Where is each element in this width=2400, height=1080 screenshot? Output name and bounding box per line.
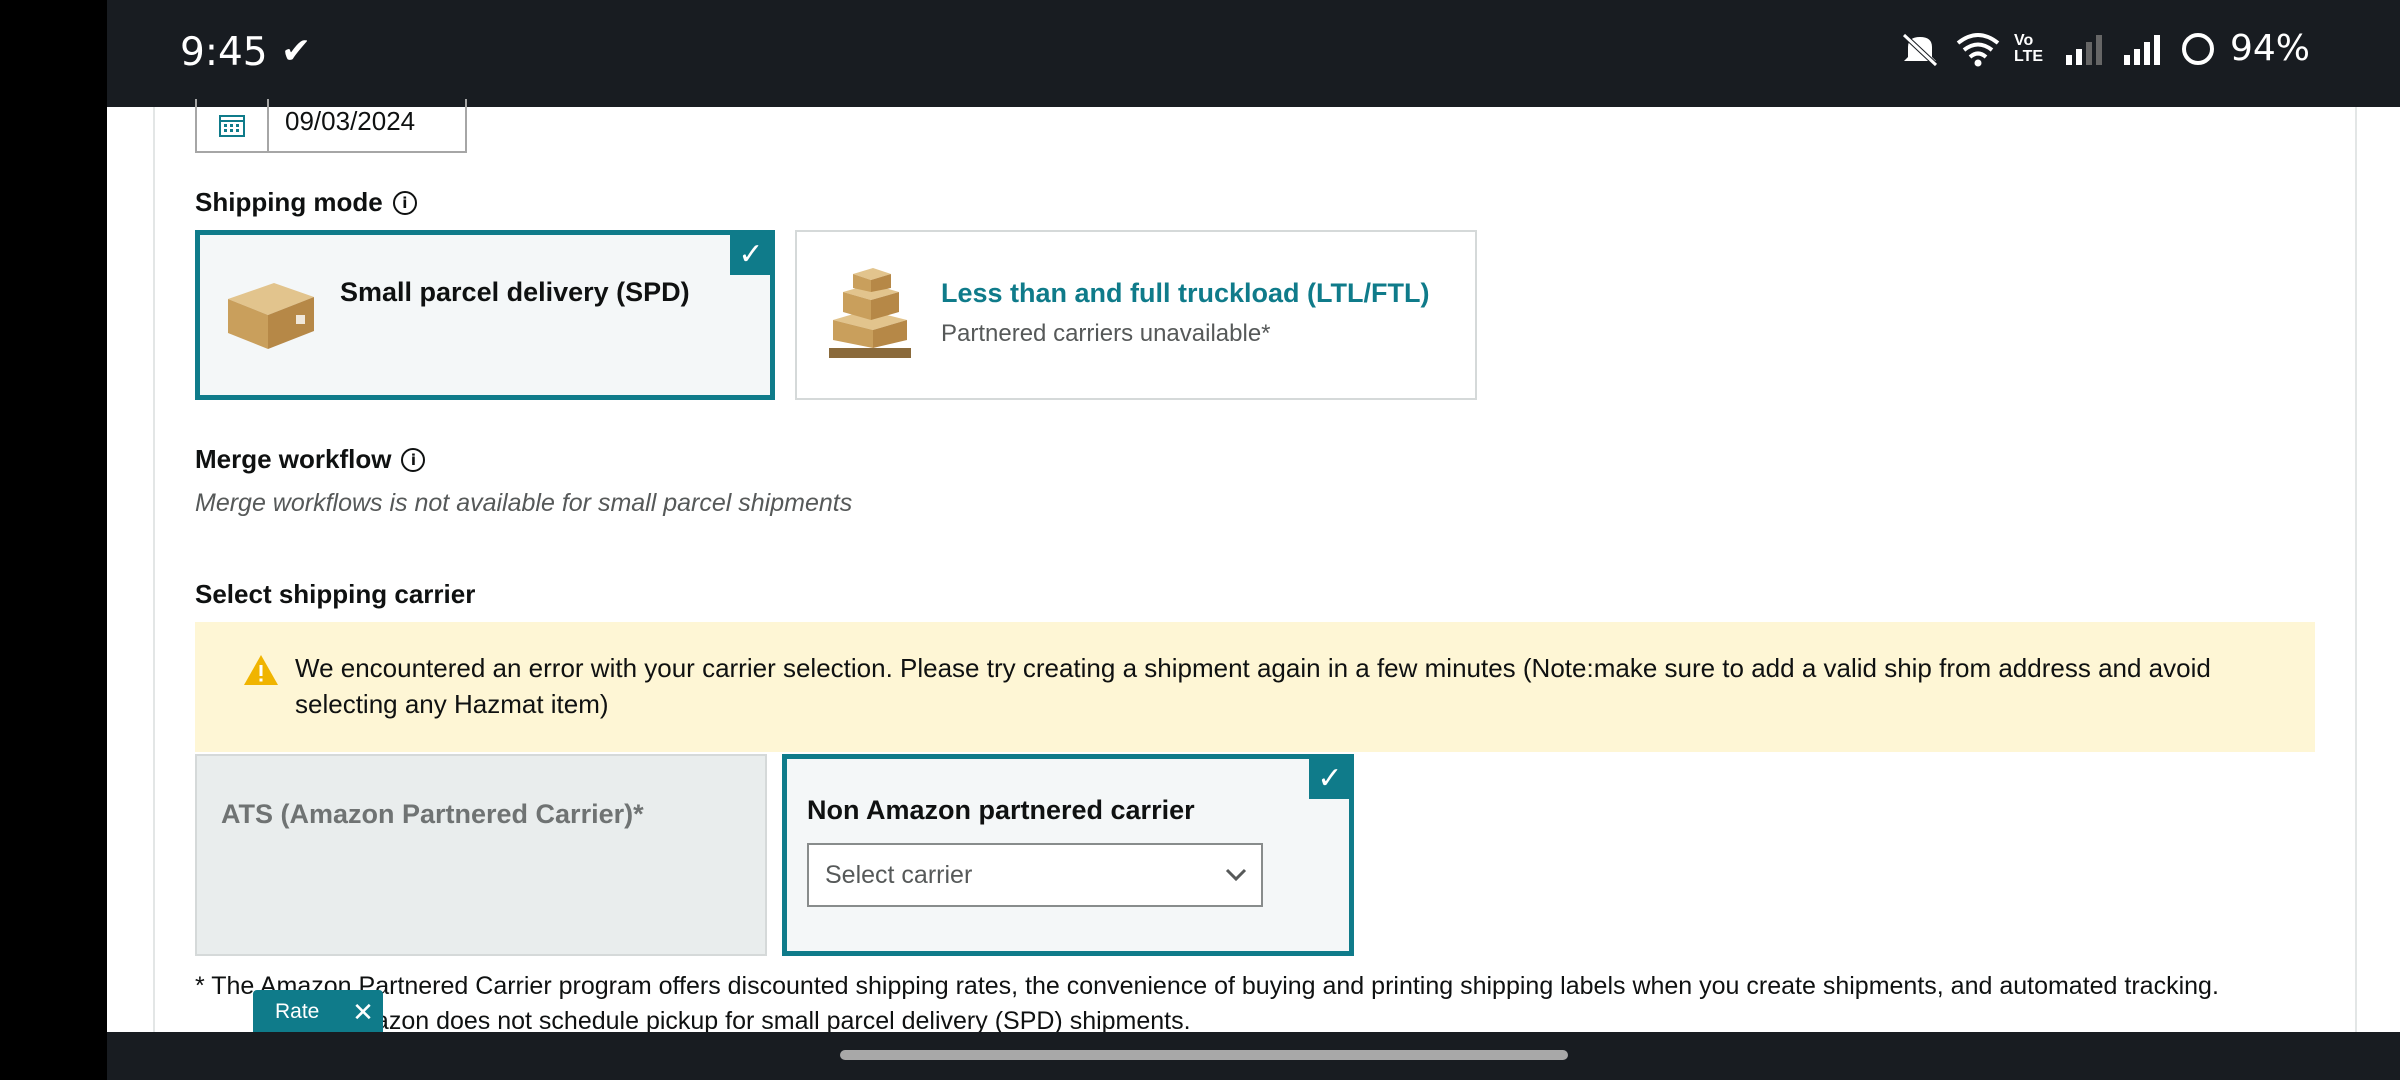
- status-icons: Vo LTE 94%: [1898, 28, 2310, 69]
- home-gesture-handle[interactable]: [840, 1050, 1568, 1060]
- parcel-box-icon: [228, 283, 314, 349]
- carrier-select-value: Select carrier: [825, 860, 973, 889]
- tile-title[interactable]: Less than and full truckload (LTL/FTL): [941, 278, 1430, 309]
- merge-workflow-note: Merge workflows is not available for sma…: [195, 489, 853, 517]
- tile-title: Small parcel delivery (SPD): [340, 277, 690, 307]
- close-icon[interactable]: ✕: [343, 997, 383, 1028]
- carrier-footnote: * The Amazon Partnered Carrier program o…: [195, 969, 2345, 1039]
- tile-subtitle: Partnered carriers unavailable*: [941, 320, 1271, 347]
- shipping-mode-label: Shipping mode i: [195, 187, 417, 218]
- signal-weak-icon: [2065, 34, 2102, 65]
- carrier-label: Select shipping carrier: [195, 579, 475, 610]
- shipping-mode-label-text: Shipping mode: [195, 187, 383, 217]
- carrier-option-non-amazon[interactable]: ✓ Non Amazon partnered carrier Select ca…: [782, 754, 1354, 956]
- tile-title: Non Amazon partnered carrier: [807, 795, 1195, 825]
- date-field[interactable]: 09/03/2024: [195, 99, 467, 153]
- rate-widget[interactable]: Rate ✕: [253, 990, 383, 1034]
- mute-icon: [1902, 32, 1938, 67]
- status-bar: 9:45 ✔ Vo LTE 94%: [107, 0, 2400, 107]
- shipping-mode-spd[interactable]: ✓ Small parcel delivery (SPD): [195, 230, 775, 400]
- wifi-icon: [1956, 32, 2000, 66]
- error-alert: We encountered an error with your carrie…: [195, 622, 2315, 752]
- info-icon[interactable]: i: [401, 447, 426, 472]
- merge-workflow-label: Merge workflow i: [195, 444, 426, 475]
- battery-percent: 94%: [2229, 28, 2310, 69]
- checkmark-icon: ✓: [1309, 757, 1351, 799]
- pallet-boxes-icon: [829, 268, 911, 358]
- status-time: 9:45: [180, 30, 268, 75]
- calendar-icon[interactable]: [197, 99, 269, 151]
- checkmark-icon: ✓: [730, 233, 772, 275]
- navigation-bar: [107, 1032, 2400, 1080]
- volte-label: Vo LTE: [2013, 31, 2044, 65]
- carrier-option-ats: ATS (Amazon Partnered Carrier)*: [195, 754, 767, 956]
- shipment-form: 09/03/2024 Shipping mode i ✓ Small parce…: [153, 99, 2357, 1035]
- signal-strong-icon: [2123, 34, 2160, 65]
- task-done-icon: ✔: [281, 30, 312, 71]
- battery-ring-icon: [2181, 32, 2214, 65]
- carrier-select[interactable]: Select carrier: [807, 843, 1263, 907]
- merge-workflow-label-text: Merge workflow: [195, 444, 392, 474]
- tile-title: ATS (Amazon Partnered Carrier)*: [221, 799, 644, 829]
- footnote-line: * The Amazon Partnered Carrier program o…: [195, 972, 2219, 1000]
- warning-icon: [244, 655, 278, 685]
- rate-button[interactable]: Rate: [253, 1000, 343, 1024]
- info-icon[interactable]: i: [392, 190, 417, 215]
- carrier-label-text: Select shipping carrier: [195, 579, 476, 609]
- alert-message: We encountered an error with your carrie…: [295, 653, 2211, 719]
- shipping-mode-ltl[interactable]: Less than and full truckload (LTL/FTL) P…: [795, 230, 1477, 400]
- date-value[interactable]: 09/03/2024: [269, 99, 415, 151]
- chevron-down-icon: [1225, 868, 1247, 882]
- app-screen: 9:45 ✔ Vo LTE 94% 09/03/2024 Shipping mo…: [107, 0, 2400, 1080]
